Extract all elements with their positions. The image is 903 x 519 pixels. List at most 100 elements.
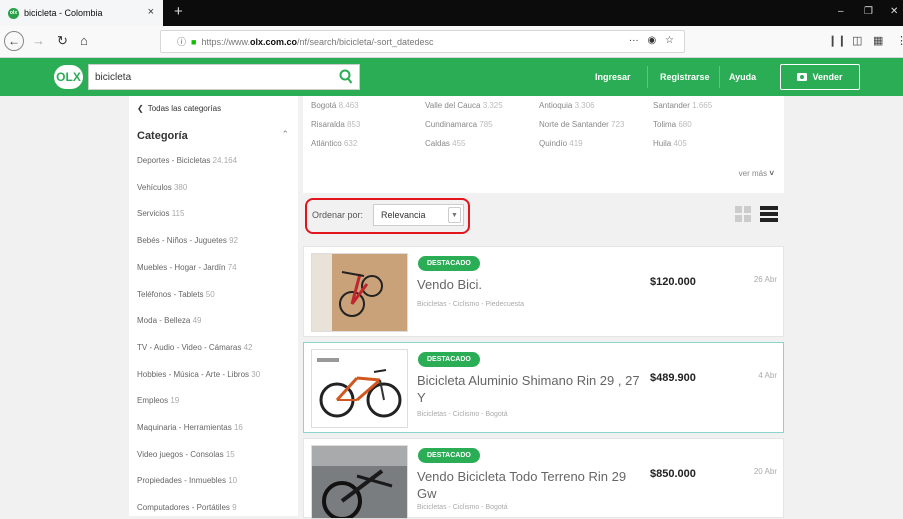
info-icon[interactable]: ⓘ bbox=[177, 35, 186, 48]
region-name: Huila bbox=[653, 139, 672, 148]
category-item[interactable]: Moda - Belleza 49 bbox=[137, 316, 202, 325]
category-item[interactable]: Propiedades - Inmuebles 10 bbox=[137, 476, 237, 485]
region-count: 455 bbox=[452, 139, 466, 148]
category-item[interactable]: Bebés - Niños - Juguetes 92 bbox=[137, 236, 238, 245]
category-name: Moda - Belleza bbox=[137, 316, 191, 326]
category-name: Empleos bbox=[137, 396, 169, 406]
category-item[interactable]: Servicios 115 bbox=[137, 209, 184, 218]
region-name: Santander bbox=[653, 101, 690, 110]
url-bar[interactable]: ⓘ ■ https://www.olx.com.co/nf/search/bic… bbox=[160, 30, 685, 53]
region-count: 723 bbox=[611, 120, 625, 129]
listing-thumbnail[interactable] bbox=[311, 253, 408, 332]
browser-tabbar: olx bicicleta - Colombia × + – ❐ ✕ bbox=[0, 0, 903, 26]
listing-title[interactable]: Vendo Bicicleta Todo Terreno Rin 29 Gw bbox=[417, 468, 645, 502]
category-count: 50 bbox=[205, 289, 215, 299]
listing-card[interactable]: DESTACADO Bicicleta Aluminio Shimano Rin… bbox=[303, 342, 784, 433]
close-tab-icon[interactable]: × bbox=[148, 6, 154, 18]
menu-icon[interactable]: ⋮ bbox=[896, 34, 903, 47]
list-view-icon[interactable] bbox=[760, 206, 778, 222]
tab-title: bicicleta - Colombia bbox=[24, 8, 103, 18]
category-item[interactable]: Hobbies - Música - Arte - Libros 30 bbox=[137, 370, 260, 379]
region-item[interactable]: Antioquia 3.306 bbox=[539, 101, 595, 110]
library-icon[interactable]: ❙❙ bbox=[828, 34, 846, 47]
category-count: 49 bbox=[192, 316, 202, 326]
region-item[interactable]: Quindío 419 bbox=[539, 139, 583, 148]
listing-price: $489.900 bbox=[650, 372, 696, 384]
category-item[interactable]: TV - Audio - Video - Cámaras 42 bbox=[137, 343, 252, 352]
region-item[interactable]: Bogotá 8.463 bbox=[311, 101, 359, 110]
lock-icon: ■ bbox=[191, 36, 197, 47]
chevron-up-icon[interactable]: ⌃ bbox=[281, 129, 289, 140]
region-name: Quindío bbox=[539, 139, 568, 148]
region-item[interactable]: Huila 405 bbox=[653, 139, 687, 148]
restore-icon[interactable]: ❐ bbox=[864, 6, 873, 17]
region-name: Atlántico bbox=[311, 139, 342, 148]
region-name: Valle del Cauca bbox=[425, 101, 481, 110]
listing-card[interactable]: DESTACADO Vendo Bicicleta Todo Terreno R… bbox=[303, 438, 784, 519]
region-item[interactable]: Santander 1.665 bbox=[653, 101, 712, 110]
category-item[interactable]: Vehículos 380 bbox=[137, 183, 187, 192]
region-item[interactable]: Atlántico 632 bbox=[311, 139, 357, 148]
region-item[interactable]: Caldas 455 bbox=[425, 139, 466, 148]
region-item[interactable]: Risaralda 853 bbox=[311, 120, 360, 129]
search-input[interactable] bbox=[95, 71, 325, 83]
region-name: Antioquia bbox=[539, 101, 573, 110]
register-link[interactable]: Registrarse bbox=[660, 72, 710, 82]
extension-icon[interactable]: ▦ bbox=[873, 34, 883, 47]
home-icon[interactable]: ⌂ bbox=[80, 33, 88, 48]
all-categories-link[interactable]: ❮ Todas las categorías bbox=[137, 104, 221, 113]
region-name: Caldas bbox=[425, 139, 450, 148]
reload-icon[interactable]: ↻ bbox=[57, 33, 68, 49]
close-window-icon[interactable]: ✕ bbox=[890, 6, 898, 17]
page-actions-icon[interactable]: ··· bbox=[629, 35, 639, 46]
sort-select[interactable]: Relevancia ▼ bbox=[373, 204, 464, 226]
category-item[interactable]: Muebles - Hogar - Jardín 74 bbox=[137, 263, 237, 272]
region-count: 3.325 bbox=[482, 101, 503, 110]
listing-card[interactable]: DESTACADO Vendo Bici. Bicicletas - Cicli… bbox=[303, 246, 784, 337]
minimize-icon[interactable]: – bbox=[838, 6, 844, 17]
category-count: 9 bbox=[232, 503, 237, 513]
listing-thumbnail[interactable] bbox=[311, 445, 408, 519]
region-item[interactable]: Cundinamarca 785 bbox=[425, 120, 493, 129]
back-icon[interactable]: ← bbox=[4, 31, 24, 51]
region-item[interactable]: Norte de Santander 723 bbox=[539, 120, 624, 129]
bookmark-star-icon[interactable]: ☆ bbox=[665, 35, 674, 46]
sell-button[interactable]: Vender bbox=[780, 64, 860, 90]
category-name: Video juegos - Consolas bbox=[137, 449, 224, 459]
category-count: 16 bbox=[233, 423, 243, 432]
forward-icon[interactable]: → bbox=[32, 33, 45, 48]
olx-header: OLX Ingresar Registrarse Ayuda Vender bbox=[0, 58, 903, 96]
region-count: 1.665 bbox=[692, 101, 713, 110]
listing-title[interactable]: Vendo Bici. bbox=[417, 276, 645, 293]
login-link[interactable]: Ingresar bbox=[595, 72, 631, 82]
category-item[interactable]: Computadores - Portátiles 9 bbox=[137, 503, 237, 512]
pocket-icon[interactable]: ◉ bbox=[648, 35, 657, 46]
sort-label: Ordenar por: bbox=[312, 210, 364, 220]
region-name: Norte de Santander bbox=[539, 120, 609, 129]
bicycle-photo bbox=[312, 350, 407, 427]
camera-icon bbox=[797, 73, 808, 81]
region-item[interactable]: Valle del Cauca 3.325 bbox=[425, 101, 503, 110]
new-tab-button[interactable]: + bbox=[174, 3, 183, 20]
listing-thumbnail[interactable] bbox=[311, 349, 408, 428]
category-count: 380 bbox=[173, 182, 188, 192]
listing-category: Bicicletas - Ciclismo - Bogotá bbox=[417, 504, 508, 511]
see-more-link[interactable]: ver más ˅ bbox=[739, 169, 774, 178]
browser-tab[interactable]: olx bicicleta - Colombia × bbox=[0, 0, 163, 26]
listing-title[interactable]: Bicicleta Aluminio Shimano Rin 29 , 27 Y bbox=[417, 372, 645, 406]
help-link[interactable]: Ayuda bbox=[729, 72, 756, 82]
page-scrollbar[interactable] bbox=[895, 96, 903, 516]
grid-view-icon[interactable] bbox=[735, 206, 752, 222]
category-name: Propiedades - Inmuebles bbox=[137, 476, 226, 486]
search-icon[interactable] bbox=[339, 69, 353, 85]
category-item[interactable]: Empleos 19 bbox=[137, 396, 179, 405]
category-item[interactable]: Video juegos - Consolas 15 bbox=[137, 450, 235, 459]
category-title: Categoría bbox=[137, 130, 188, 142]
sidebar-icon[interactable]: ◫ bbox=[852, 34, 862, 47]
region-item[interactable]: Tolima 680 bbox=[653, 120, 692, 129]
category-item[interactable]: Maquinaria - Herramientas 16 bbox=[137, 423, 243, 432]
olx-logo[interactable]: OLX bbox=[54, 65, 83, 89]
region-name: Bogotá bbox=[311, 101, 337, 110]
category-item[interactable]: Teléfonos - Tablets 50 bbox=[137, 290, 215, 299]
category-item[interactable]: Deportes - Bicicletas 24.164 bbox=[137, 156, 237, 165]
